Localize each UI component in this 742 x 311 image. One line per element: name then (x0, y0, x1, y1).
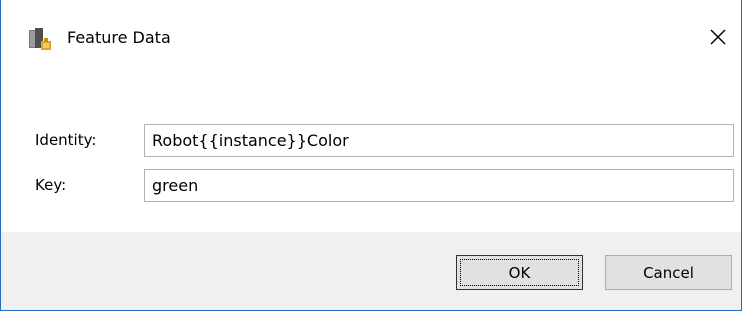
identity-label: Identity: (35, 131, 97, 149)
key-field[interactable] (144, 169, 734, 202)
key-label: Key: (35, 176, 67, 194)
button-bar: OK Cancel (1, 232, 741, 310)
close-button[interactable] (703, 22, 733, 52)
title-bar[interactable]: Feature Data (1, 0, 741, 76)
dialog-title: Feature Data (67, 28, 171, 47)
feature-data-dialog: Feature Data Identity: Key: OK Cancel (0, 0, 742, 311)
identity-field[interactable] (144, 124, 734, 157)
ok-button[interactable]: OK (456, 255, 583, 290)
app-icon (27, 27, 55, 53)
close-icon (710, 29, 726, 45)
cancel-button[interactable]: Cancel (605, 255, 732, 290)
cancel-button-label: Cancel (643, 263, 694, 282)
focus-ring (460, 259, 579, 286)
